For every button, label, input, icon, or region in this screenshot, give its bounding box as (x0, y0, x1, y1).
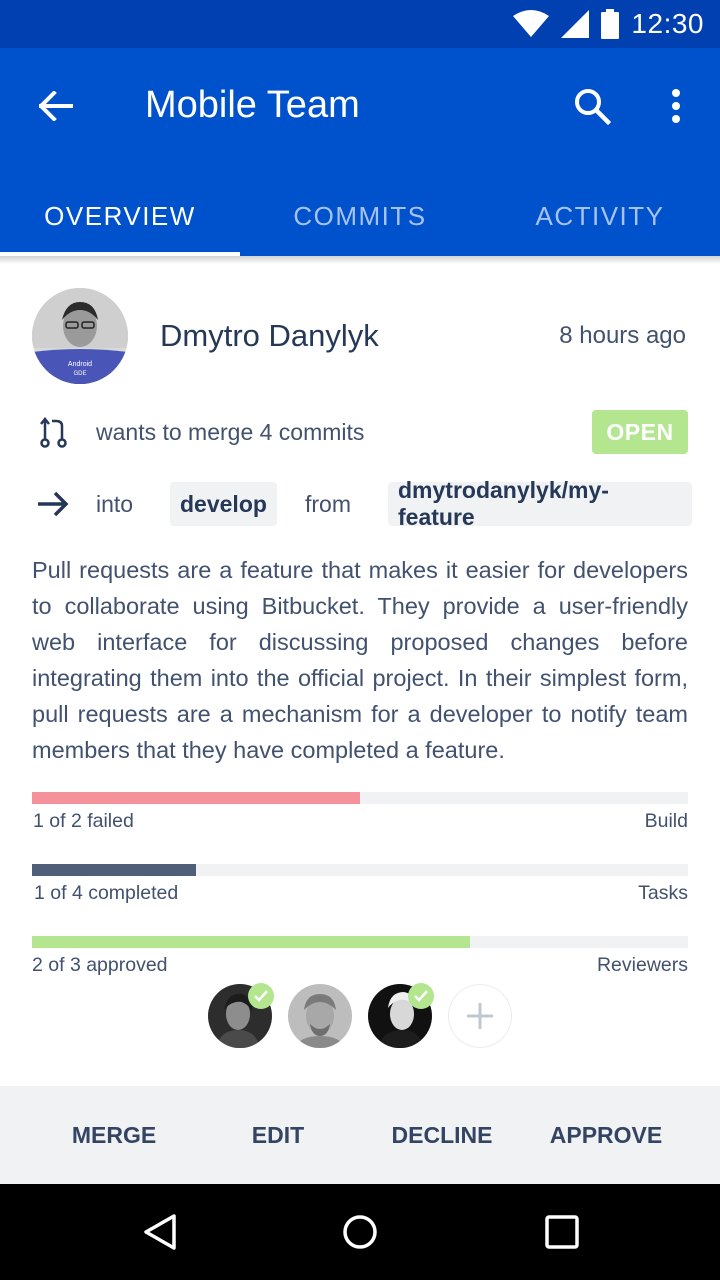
source-branch[interactable]: dmytrodanylyk/my-feature (388, 477, 692, 530)
action-bar: MERGE EDIT DECLINE APPROVE (0, 1086, 720, 1184)
reviewers-status: 2 of 3 approved (32, 954, 168, 976)
tasks-status: 1 of 4 completed (34, 882, 179, 904)
merge-button[interactable]: MERGE (32, 1086, 196, 1184)
battery-icon (601, 9, 620, 39)
approved-check-icon (248, 983, 274, 1009)
app-bar-shadow (0, 256, 720, 264)
author-name: Dmytro Danylyk (160, 318, 379, 353)
tasks-progress-fill (32, 864, 196, 876)
status-icons: 12:30 (513, 0, 704, 48)
tab-overview[interactable]: OVERVIEW (0, 176, 240, 256)
edit-button[interactable]: EDIT (196, 1086, 360, 1184)
build-progress-bar (32, 792, 688, 804)
avatar-badge-line2: GDE (73, 371, 86, 377)
nav-recents-icon (545, 1215, 579, 1249)
status-badge: OPEN (592, 410, 688, 454)
tab-bar: OVERVIEW COMMITS ACTIVITY (0, 176, 720, 256)
status-time: 12:30 (631, 8, 704, 39)
timestamp: 8 hours ago (559, 322, 686, 349)
author-avatar[interactable]: Android GDE (32, 288, 128, 384)
signal-icon (561, 10, 590, 38)
wifi-icon (513, 10, 550, 37)
reviewers-progress-bar (32, 936, 688, 948)
back-button[interactable] (32, 82, 80, 130)
add-reviewer-button[interactable] (448, 984, 512, 1048)
merge-summary-row: wants to merge 4 commits OPEN (32, 410, 688, 454)
app-bar: Mobile Team OVERVIEW COMMITS ACTIVITY (0, 48, 720, 256)
tab-commits[interactable]: COMMITS (240, 176, 480, 256)
author-avatar-image: Android GDE (32, 288, 128, 384)
status-bar: 12:30 (0, 0, 720, 48)
pull-request-icon (40, 416, 67, 448)
system-nav-bar (0, 1184, 720, 1280)
search-icon (575, 89, 611, 125)
arrow-right-icon (38, 491, 69, 517)
nav-home-icon (343, 1215, 377, 1249)
reviewers-progress-fill (32, 936, 470, 948)
tasks-progress-bar (32, 864, 688, 876)
approved-check-icon (408, 983, 434, 1009)
arrow-left-icon (39, 91, 73, 121)
more-vert-icon (672, 89, 680, 123)
search-button[interactable] (566, 80, 618, 132)
approve-button[interactable]: APPROVE (524, 1086, 688, 1184)
decline-button[interactable]: DECLINE (360, 1086, 524, 1184)
tasks-label: Tasks (638, 882, 688, 904)
into-label: into (96, 491, 134, 517)
nav-back-button[interactable] (132, 1204, 188, 1260)
nav-back-icon (144, 1214, 176, 1250)
from-label: from (305, 491, 351, 517)
pr-description: Pull requests are a feature that makes i… (32, 557, 688, 763)
plus-icon (467, 1003, 493, 1029)
branch-row: into develop from dmytrodanylyk/my-featu… (32, 477, 692, 530)
nav-recents-button[interactable] (534, 1204, 590, 1260)
reviewer-avatars (208, 983, 528, 1048)
build-progress-fill (32, 792, 360, 804)
page-title: Mobile Team (145, 84, 360, 126)
reviewers-label: Reviewers (596, 954, 688, 976)
reviewer-avatar[interactable] (288, 984, 352, 1048)
merge-summary: wants to merge 4 commits (96, 419, 365, 445)
more-options-button[interactable] (652, 80, 700, 132)
build-status: 1 of 2 failed (33, 810, 134, 832)
target-branch[interactable]: develop (170, 482, 277, 526)
build-label: Build (644, 810, 688, 832)
reviewer-2-photo (288, 984, 352, 1048)
avatar-badge-line1: Android (68, 361, 92, 368)
tab-activity[interactable]: ACTIVITY (480, 176, 720, 256)
nav-home-button[interactable] (332, 1204, 388, 1260)
